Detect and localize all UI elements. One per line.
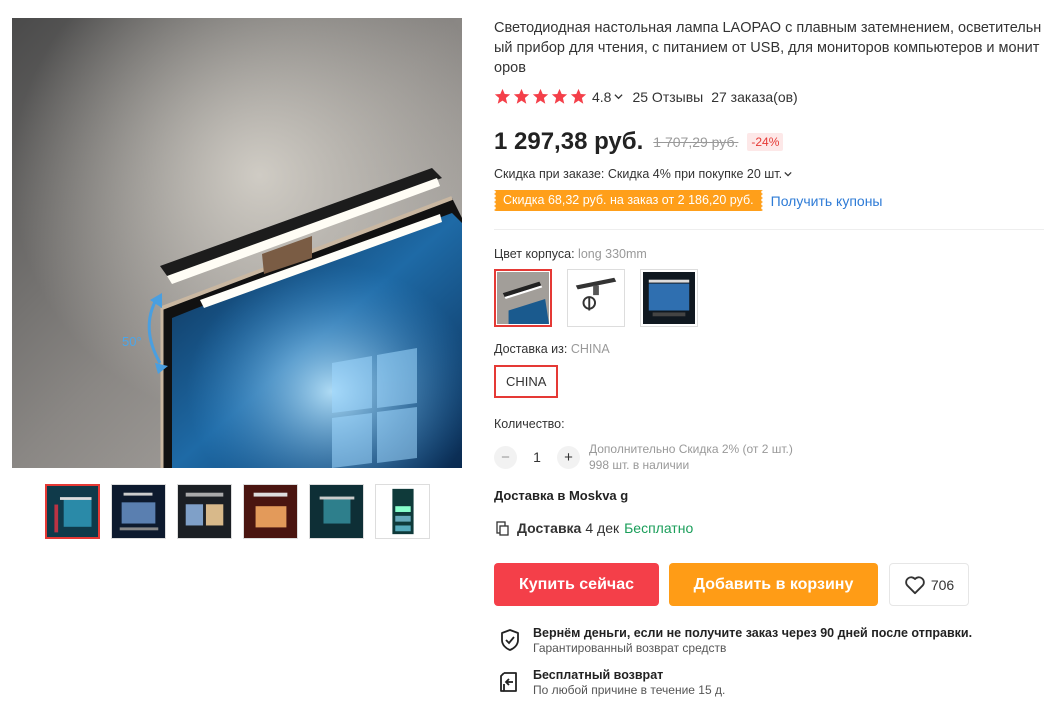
orders-count: 27 заказа(ов) — [711, 88, 798, 105]
bulk-discount[interactable]: Скидка при заказе: Скидка 4% при покупке… — [494, 167, 792, 181]
star-icon — [513, 88, 530, 104]
delivery-date: 4 дек — [585, 520, 620, 536]
clipboard-icon — [496, 521, 509, 536]
money-back-guarantee: Вернём деньги, если не получите заказ че… — [498, 626, 972, 656]
quantity-stepper: − 1 + Дополнительно Скидка 2% (от 2 шт.)… — [494, 441, 793, 473]
bulk-discount-value: Скидка 4% при покупке 20 шт. — [607, 167, 783, 181]
main-product-image[interactable]: 50° — [12, 18, 462, 468]
delivery-destination[interactable]: Доставка в Moskva g — [494, 488, 628, 503]
shield-check-icon — [501, 629, 519, 651]
add-to-cart-button[interactable]: Добавить в корзину — [669, 563, 878, 606]
chevron-down-icon[interactable] — [614, 92, 624, 101]
thumbnail-6[interactable] — [375, 484, 430, 539]
ship-from-selected: CHINA — [570, 342, 610, 356]
thumbnail-2[interactable] — [111, 484, 166, 539]
lamp-photo: 50° — [12, 18, 462, 468]
guarantee-subtitle: Гарантированный возврат средств — [533, 641, 727, 655]
extra-discount-text: Дополнительно Скидка 2% (от 2 шт.) — [589, 442, 793, 456]
old-price: 1 707,29 руб. — [653, 134, 739, 150]
product-title: Светодиодная настольная лампа LAOPAO с п… — [494, 20, 1042, 76]
star-icon — [551, 88, 568, 104]
quantity-value[interactable]: 1 — [517, 449, 557, 465]
color-option-3[interactable] — [640, 269, 698, 327]
stock-text: 998 шт. в наличии — [589, 458, 690, 472]
bulk-discount-label: Скидка при заказе: — [494, 167, 605, 181]
quantity-note: Дополнительно Скидка 2% (от 2 шт.) 998 ш… — [589, 441, 793, 473]
free-return-subtitle: По любой причине в течение 15 д. — [533, 683, 726, 697]
action-buttons: Купить сейчас Добавить в корзину 706 — [494, 563, 969, 606]
wishlist-count: 706 — [930, 576, 955, 593]
thumbnail-1[interactable] — [45, 484, 100, 539]
buy-now-button[interactable]: Купить сейчас — [494, 563, 659, 606]
coupon-badge: Скидка 68,32 руб. на заказ от 2 186,20 р… — [494, 190, 763, 211]
free-return: Бесплатный возврат По любой причине в те… — [498, 668, 725, 698]
thumbnail-strip — [45, 484, 430, 539]
ship-from-option-china[interactable]: CHINA — [494, 365, 559, 398]
delivery-price: Бесплатно — [624, 520, 694, 536]
star-icon — [570, 88, 587, 104]
price-row: 1 297,38 руб. 1 707,29 руб. -24% — [494, 128, 784, 156]
current-price: 1 297,38 руб. — [494, 128, 644, 155]
color-option-1[interactable] — [494, 269, 552, 327]
return-box-icon — [500, 672, 517, 692]
star-icon — [532, 88, 549, 104]
rating-value[interactable]: 4.8 — [592, 89, 611, 105]
thumbnail-5[interactable] — [309, 484, 364, 539]
thumbnail-3[interactable] — [177, 484, 232, 539]
divider — [494, 229, 1044, 230]
quantity-decrease-button[interactable]: − — [494, 445, 517, 469]
chevron-down-icon[interactable] — [784, 170, 792, 178]
color-options — [494, 269, 698, 327]
angle-label: 50° — [122, 334, 142, 349]
color-selected-value: long 330mm — [578, 247, 647, 261]
color-option-2[interactable] — [567, 269, 625, 327]
delivery-label: Доставка — [517, 520, 582, 536]
quantity-label: Количество: — [494, 417, 565, 431]
color-label-text: Цвет корпуса: — [494, 247, 575, 261]
wishlist-button[interactable]: 706 — [889, 563, 969, 606]
free-return-title: Бесплатный возврат — [533, 668, 664, 682]
thumbnail-4[interactable] — [243, 484, 298, 539]
ship-from-label-text: Доставка из: — [494, 342, 568, 356]
star-rating — [494, 88, 587, 105]
rating-row: 4.8 25 Отзывы 27 заказа(ов) — [494, 88, 798, 105]
guarantee-title: Вернём деньги, если не получите заказ че… — [533, 626, 973, 640]
discount-badge: -24% — [747, 133, 784, 151]
reviews-link[interactable]: 25 Отзывы — [632, 89, 703, 105]
get-coupons-link[interactable]: Получить купоны — [771, 193, 883, 209]
delivery-info: Доставка 4 дек Бесплатно — [494, 520, 693, 536]
color-label: Цвет корпуса: long 330mm — [494, 247, 647, 261]
ship-from-label: Доставка из: CHINA — [494, 342, 610, 356]
star-icon — [494, 88, 511, 104]
coupon-row: Скидка 68,32 руб. на заказ от 2 186,20 р… — [494, 190, 883, 211]
quantity-increase-button[interactable]: + — [557, 445, 580, 469]
heart-icon — [905, 575, 925, 594]
